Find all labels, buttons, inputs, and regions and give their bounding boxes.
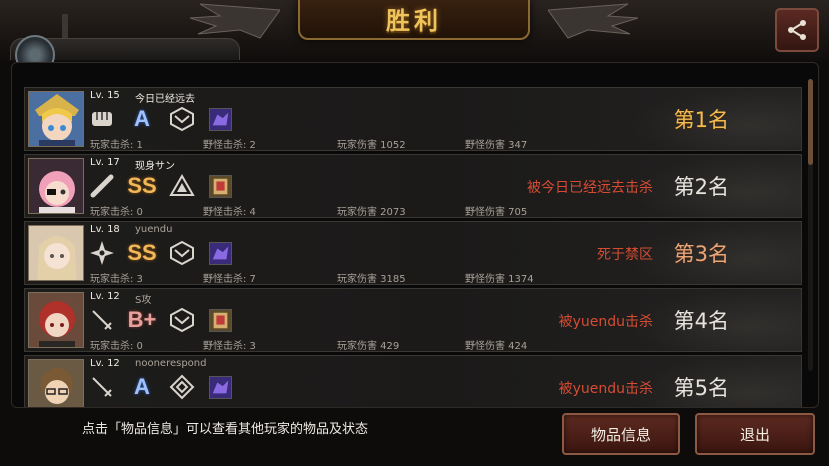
grade-badge: A [129,374,155,400]
title-plate: 胜利 [298,0,530,40]
stat-player-damage: 玩家伤害 2073 [337,207,406,218]
player-avatar[interactable] [28,158,84,214]
player-row[interactable]: Lv. 18 yuendu SS 玩家击杀: 3 野怪击杀: 7 玩家伤害 31… [24,221,802,285]
player-level: Lv. 17 [90,157,120,168]
portrait-skill-icon[interactable] [209,308,232,332]
loadout-icons: SS [89,173,242,199]
player-name: yuendu [135,224,173,235]
player-name: 现身サン [135,161,175,172]
stat-monster-kills: 野怪击杀: 3 [203,341,256,352]
player-avatar[interactable] [28,225,84,281]
player-level: Lv. 15 [90,90,120,101]
loadout-icons: A [89,374,242,400]
rapier-icon[interactable] [89,374,115,400]
grade-label: A [134,374,150,399]
player-name: 今日已经远去 [135,94,195,105]
portrait-skill-icon[interactable] [209,174,232,198]
diamond-crest-icon[interactable] [169,374,195,400]
beast-skill-icon[interactable] [209,241,232,265]
player-row[interactable]: Lv. 12 noonerespond A 被yuendu击杀 第5名 [24,355,802,407]
footer-hint: 点击「物品信息」可以查看其他玩家的物品及状态 [82,422,369,437]
stat-monster-kills: 野怪击杀: 4 [203,207,256,218]
stat-player-damage: 玩家伤害 429 [337,341,400,352]
share-icon [788,20,806,40]
right-wing-ornament [548,3,638,39]
stat-monster-damage: 野怪伤害 347 [465,140,528,151]
left-wing-ornament [190,3,280,39]
player-row[interactable]: Lv. 12 S攻 B+ 玩家击杀: 0 野怪击杀: 3 玩家伤害 429 野怪… [24,288,802,352]
player-avatar[interactable] [28,91,84,147]
player-row[interactable]: Lv. 15 今日已经远去 A 玩家击杀: 1 野怪击杀: 2 玩家伤害 105… [24,87,802,151]
exit-button[interactable]: 退出 [695,413,815,455]
page-title: 胜利 [386,6,442,35]
scrollbar-thumb[interactable] [808,79,813,165]
player-name: noonerespond [135,358,207,369]
player-level: Lv. 18 [90,224,120,235]
share-button[interactable] [775,8,819,52]
stat-monster-damage: 野怪伤害 705 [465,207,528,218]
grade-label: A [134,106,150,131]
shuriken-icon[interactable] [89,240,115,266]
stat-player-kills: 玩家击杀: 1 [90,140,143,151]
death-status: 死于禁区 [597,247,653,263]
crest-icon[interactable] [169,240,195,266]
death-status: 被今日已经远去击杀 [527,180,653,196]
player-level: Lv. 12 [90,358,120,369]
stat-monster-kills: 野怪击杀: 7 [203,274,256,285]
beast-skill-icon[interactable] [209,375,232,399]
rank-label: 第3名 [673,242,729,266]
grade-badge: SS [127,173,157,199]
stat-player-kills: 玩家击杀: 3 [90,274,143,285]
grade-label: SS [127,240,157,265]
crest-icon[interactable] [169,106,195,132]
stat-monster-damage: 野怪伤害 424 [465,341,528,352]
grade-badge: B+ [127,307,157,333]
stat-player-kills: 玩家击杀: 0 [90,341,143,352]
beast-skill-icon[interactable] [209,107,232,131]
fist-icon[interactable] [89,106,115,132]
top-bar: 胜利 [0,0,829,75]
rank-label: 第1名 [673,108,729,132]
crest-icon[interactable] [169,307,195,333]
results-panel[interactable]: Lv. 15 今日已经远去 A 玩家击杀: 1 野怪击杀: 2 玩家伤害 105… [11,62,819,408]
loadout-icons: SS [89,240,242,266]
bat-icon[interactable] [89,173,115,199]
player-row[interactable]: Lv. 17 现身サン SS 玩家击杀: 0 野怪击杀: 4 玩家伤害 2073… [24,154,802,218]
loadout-icons: A [89,106,242,132]
death-status: 被yuendu击杀 [558,314,653,330]
flag-decoration [62,14,68,40]
death-status: 被yuendu击杀 [558,381,653,397]
item-info-button[interactable]: 物品信息 [562,413,680,455]
rank-label: 第4名 [673,309,729,333]
grade-label: SS [127,173,157,198]
grade-badge: SS [127,240,157,266]
player-name: S攻 [135,295,152,306]
stat-monster-kills: 野怪击杀: 2 [203,140,256,151]
player-avatar[interactable] [28,292,84,348]
loadout-icons: B+ [89,307,242,333]
rapier-icon[interactable] [89,307,115,333]
stat-player-damage: 玩家伤害 1052 [337,140,406,151]
rank-label: 第5名 [673,376,729,400]
grade-badge: A [129,106,155,132]
triangle-crest-icon[interactable] [169,173,195,199]
stat-monster-damage: 野怪伤害 1374 [465,274,534,285]
player-level: Lv. 12 [90,291,120,302]
stat-player-kills: 玩家击杀: 0 [90,207,143,218]
grade-label: B+ [127,307,157,332]
player-avatar[interactable] [28,359,84,407]
stat-player-damage: 玩家伤害 3185 [337,274,406,285]
rank-label: 第2名 [673,175,729,199]
